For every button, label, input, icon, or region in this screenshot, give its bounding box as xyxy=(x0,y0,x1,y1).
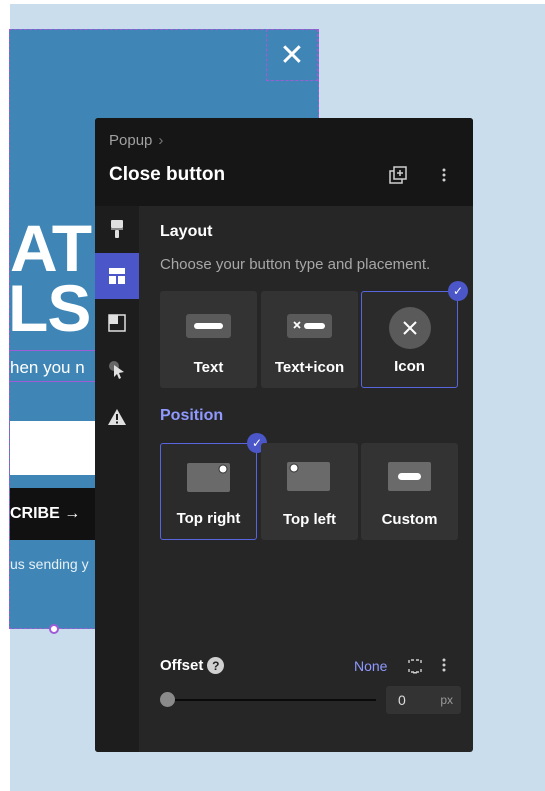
layout-description: Choose your button type and placement. xyxy=(160,256,431,273)
offset-unit: px xyxy=(440,693,453,707)
help-icon[interactable]: ? xyxy=(207,657,225,674)
position-card-label: Top left xyxy=(282,511,337,528)
offset-number-field[interactable]: px xyxy=(386,686,461,714)
settings-panel: Popup › Close button Layout Choose your b… xyxy=(95,118,473,752)
position-section-title: Position xyxy=(160,407,224,424)
top-left-position-icon xyxy=(287,462,330,491)
offset-label: Offset ? xyxy=(160,657,225,674)
text-button-icon xyxy=(186,314,231,338)
layout-icon[interactable] xyxy=(95,253,139,299)
side-rail xyxy=(95,206,139,752)
popup-subtitle: hen you n xyxy=(10,358,85,377)
warning-icon[interactable] xyxy=(95,394,139,440)
custom-position-icon xyxy=(388,462,431,491)
link-sides-icon[interactable] xyxy=(407,658,423,674)
panel-header: Popup › Close button xyxy=(95,118,473,206)
cursor-click-icon[interactable] xyxy=(95,347,139,393)
offset-slider-thumb[interactable] xyxy=(160,692,175,707)
type-card-label: Text xyxy=(193,359,224,376)
position-card-top-right[interactable]: Top right ✓ xyxy=(160,433,267,540)
offset-value-input[interactable] xyxy=(396,691,430,709)
type-card-text-icon[interactable]: Text+icon xyxy=(261,291,358,388)
position-card-label: Custom xyxy=(381,511,438,528)
close-circle-icon xyxy=(389,307,431,349)
type-card-icon[interactable]: Icon ✓ xyxy=(361,281,468,388)
paintbrush-icon[interactable] xyxy=(95,206,139,252)
headline-line-2: LS xyxy=(9,271,91,345)
panel-content: Layout Choose your button type and place… xyxy=(139,206,473,752)
layout-section-title: Layout xyxy=(160,223,213,240)
more-vertical-icon[interactable] xyxy=(442,658,450,674)
type-card-label: Text+icon xyxy=(274,359,345,376)
text-icon-button-icon xyxy=(287,314,332,338)
panel-title: Close button xyxy=(109,164,226,185)
fine-print: us sending y xyxy=(10,556,89,572)
top-right-position-icon xyxy=(187,463,230,492)
position-card-label: Top right xyxy=(176,510,241,527)
resize-handle[interactable] xyxy=(49,624,59,634)
position-card-top-left[interactable]: Top left xyxy=(261,443,358,540)
more-vertical-icon[interactable] xyxy=(433,164,455,186)
type-card-text[interactable]: Text xyxy=(160,291,257,388)
close-icon: ✕ xyxy=(279,38,305,72)
offset-preset-none[interactable]: None xyxy=(354,658,387,674)
offset-label-text: Offset xyxy=(160,657,204,674)
chevron-right-icon: › xyxy=(158,132,164,149)
popup-close-button[interactable]: ✕ xyxy=(266,29,318,81)
position-card-custom[interactable]: Custom xyxy=(361,443,458,540)
selected-check-icon: ✓ xyxy=(448,281,468,301)
type-card-label: Icon xyxy=(394,358,425,375)
layers-add-icon[interactable] xyxy=(387,164,409,186)
breadcrumb-popup[interactable]: Popup xyxy=(109,132,152,149)
breadcrumb[interactable]: Popup › xyxy=(109,132,163,149)
offset-slider-track[interactable] xyxy=(168,699,376,701)
layers-icon[interactable] xyxy=(95,300,139,346)
